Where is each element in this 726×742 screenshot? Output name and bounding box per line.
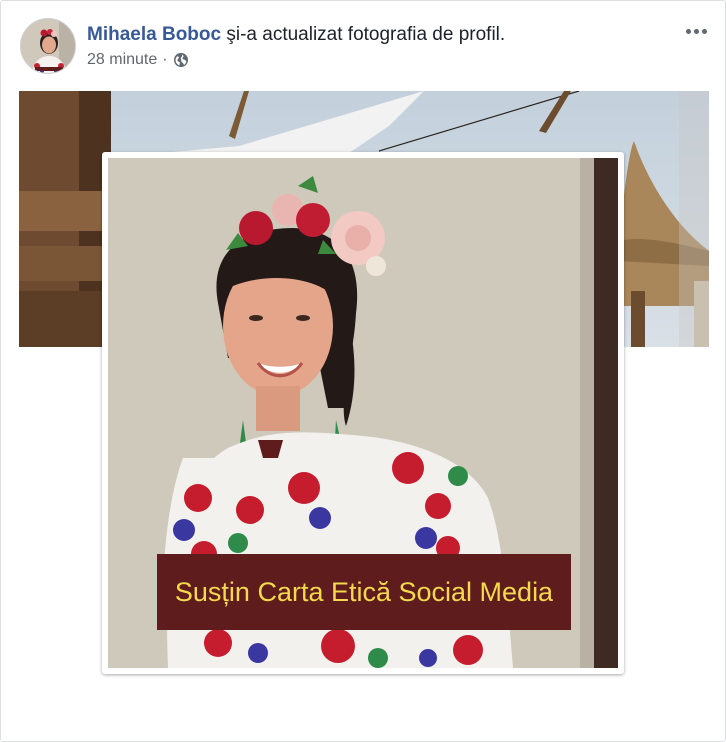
post-title: Mihaela Boboc şi-a actualizat fotografia… [87, 23, 505, 47]
author-avatar[interactable] [20, 18, 76, 74]
caption-banner: Susțin Carta Etică Social Media [157, 554, 571, 630]
more-dot [685, 28, 691, 34]
caption-text: Susțin Carta Etică Social Media [174, 576, 554, 607]
profile-photo[interactable]: Susțin Carta Etică Social Media [108, 158, 618, 668]
post-meta: 28 minute · [87, 51, 189, 69]
more-options-icon[interactable] [681, 21, 711, 41]
post-header: Mihaela Boboc şi-a actualizat fotografia… [1, 1, 725, 91]
post-timestamp[interactable]: 28 minute [87, 51, 157, 69]
more-dot [701, 28, 707, 34]
profile-photo-frame[interactable]: Susțin Carta Etică Social Media [102, 152, 624, 674]
globe-icon[interactable] [173, 52, 189, 68]
author-name-link[interactable]: Mihaela Boboc [87, 24, 221, 45]
meta-separator: · [162, 51, 168, 68]
feed-post: Mihaela Boboc şi-a actualizat fotografia… [0, 0, 726, 742]
more-dot [693, 28, 699, 34]
post-action-text: şi-a actualizat fotografia de profil. [221, 24, 506, 45]
